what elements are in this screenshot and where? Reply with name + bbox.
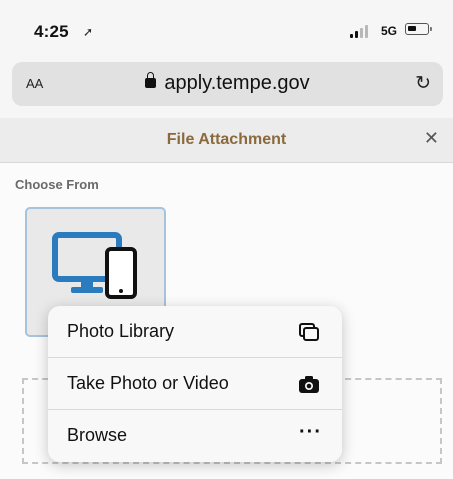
menu-item-label: Browse xyxy=(67,425,128,445)
photo-library-icon xyxy=(299,323,319,341)
more-dots-icon: ··· xyxy=(299,421,322,443)
cellular-signal-icon xyxy=(350,24,376,38)
url-display[interactable]: apply.tempe.gov xyxy=(12,72,443,95)
lock-icon xyxy=(145,72,157,88)
battery-icon xyxy=(405,23,432,35)
menu-item-label: Take Photo or Video xyxy=(67,373,229,393)
network-type-label: 5G xyxy=(381,24,398,38)
desktop-and-phone-icon xyxy=(52,232,137,299)
reload-icon[interactable]: ↻ xyxy=(415,72,431,95)
location-arrow-icon: ➚ xyxy=(83,25,94,39)
status-bar: 4:25 ➚ 5G xyxy=(0,0,453,58)
camera-icon xyxy=(299,376,319,393)
menu-item-browse[interactable]: Browse ··· xyxy=(48,410,342,462)
modal-header: File Attachment ✕ xyxy=(0,118,453,163)
choose-from-label: Choose From xyxy=(15,177,99,192)
modal-title: File Attachment xyxy=(166,131,287,148)
menu-item-take-photo[interactable]: Take Photo or Video xyxy=(48,358,342,410)
url-text: apply.tempe.gov xyxy=(164,72,310,94)
address-bar[interactable]: AA apply.tempe.gov ↻ xyxy=(12,62,443,106)
menu-item-label: Photo Library xyxy=(67,321,175,341)
file-source-menu: Photo Library Take Photo or Video Browse… xyxy=(48,306,342,462)
status-time: 4:25 xyxy=(34,22,69,41)
close-icon[interactable]: ✕ xyxy=(424,128,439,149)
menu-item-photo-library[interactable]: Photo Library xyxy=(48,306,342,358)
